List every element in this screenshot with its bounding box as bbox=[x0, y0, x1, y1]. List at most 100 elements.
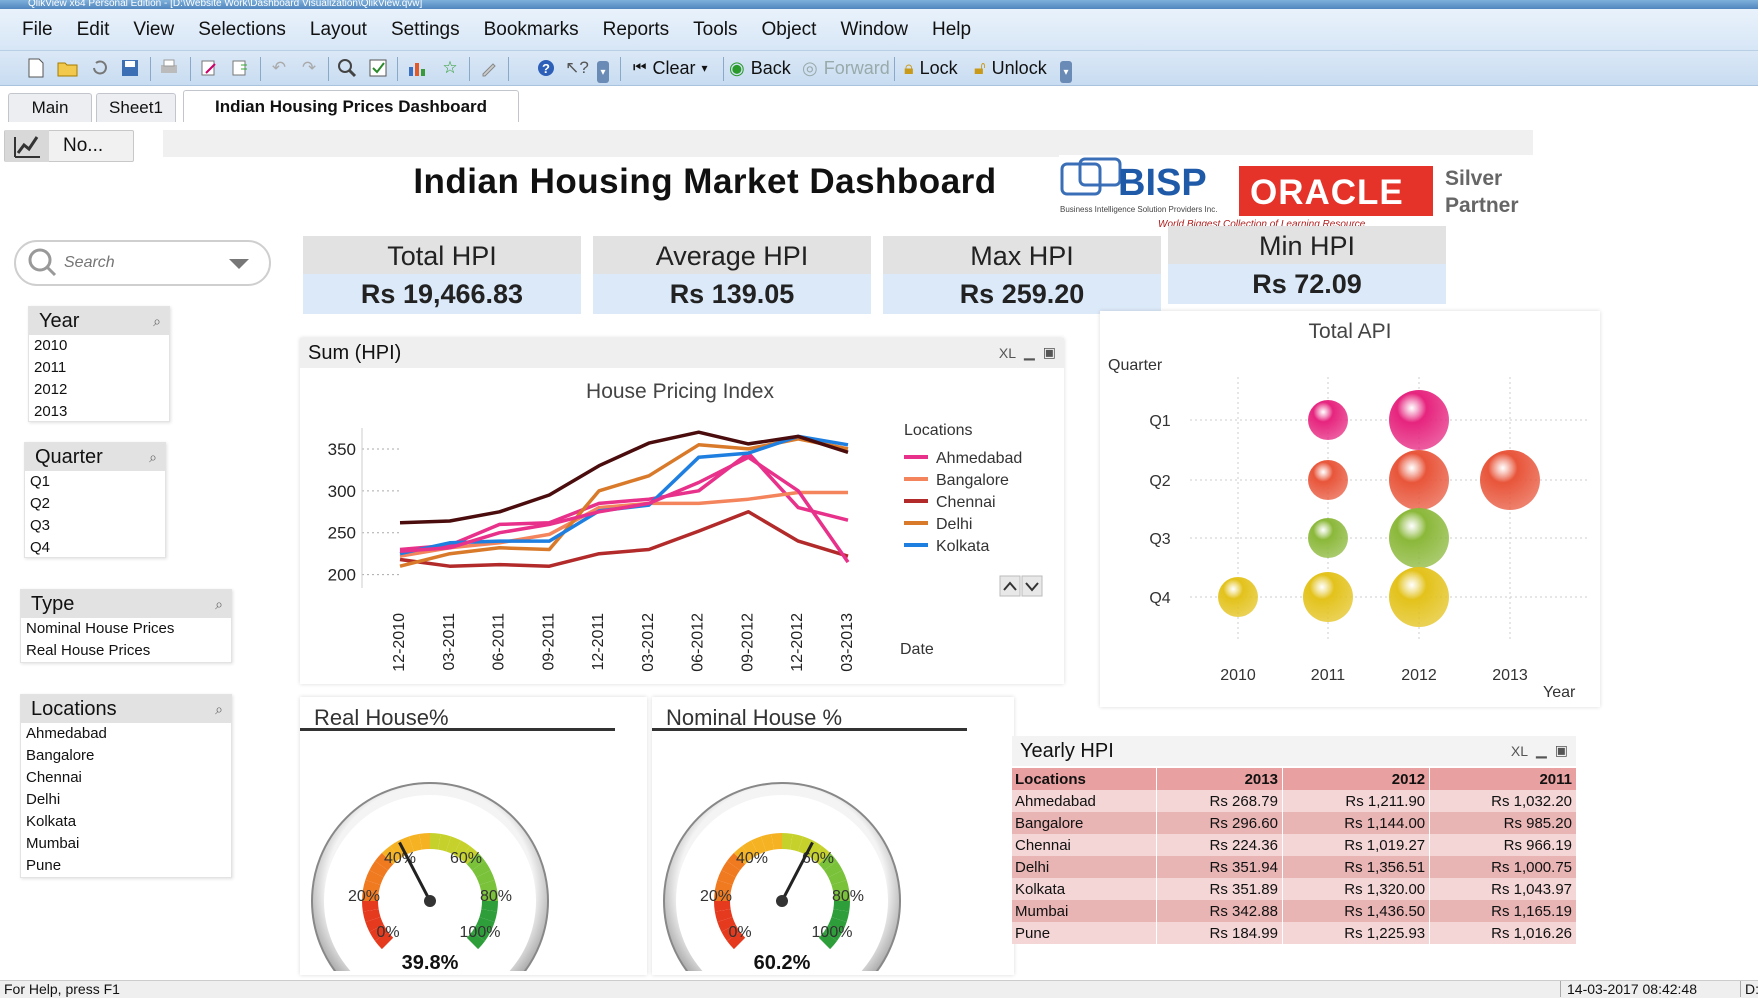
table-cell-value[interactable]: Rs 268.79 bbox=[1156, 790, 1283, 812]
find-icon[interactable] bbox=[335, 57, 359, 79]
unlock-button[interactable]: 🔓︎ Unlock bbox=[974, 55, 1047, 81]
table-cell-location[interactable]: Ahmedabad bbox=[1012, 790, 1158, 812]
table-cell-value[interactable]: Rs 342.88 bbox=[1156, 900, 1283, 922]
table-cell-value[interactable]: Rs 184.99 bbox=[1156, 922, 1283, 944]
back-button[interactable]: ◉ Back bbox=[729, 55, 791, 81]
table-row[interactable]: Mumbai Rs 342.88 Rs 1,436.50 Rs 1,165.19 bbox=[1012, 900, 1576, 922]
table-cell-location[interactable]: Delhi bbox=[1012, 856, 1158, 878]
menu-file[interactable]: File bbox=[10, 19, 65, 41]
column-header-2013[interactable]: 2013 bbox=[1156, 768, 1283, 790]
reload-data-icon[interactable] bbox=[228, 57, 252, 79]
table-cell-value[interactable]: Rs 1,225.93 bbox=[1282, 922, 1431, 944]
export-xl-icon[interactable]: XL bbox=[1511, 743, 1528, 759]
list-item[interactable]: Real House Prices bbox=[21, 640, 231, 662]
search-icon[interactable]: ⌕ bbox=[215, 596, 223, 613]
list-item[interactable]: 2013 bbox=[29, 401, 169, 423]
list-item[interactable]: 2012 bbox=[29, 379, 169, 401]
chevron-down-icon[interactable] bbox=[227, 257, 251, 273]
maximize-icon[interactable]: ▣ bbox=[1555, 742, 1568, 759]
column-header-2012[interactable]: 2012 bbox=[1282, 768, 1431, 790]
menu-window[interactable]: Window bbox=[828, 19, 920, 41]
search-icon[interactable]: ⌕ bbox=[149, 449, 157, 466]
table-cell-value[interactable]: Rs 1,043.97 bbox=[1430, 878, 1576, 900]
table-row[interactable]: Pune Rs 184.99 Rs 1,225.93 Rs 1,016.26 bbox=[1012, 922, 1576, 944]
table-row[interactable]: Ahmedabad Rs 268.79 Rs 1,211.90 Rs 1,032.20 bbox=[1012, 790, 1576, 812]
table-cell-value[interactable]: Rs 966.19 bbox=[1430, 834, 1576, 856]
bookmark-star-icon[interactable]: ☆ bbox=[438, 57, 462, 79]
menu-layout[interactable]: Layout bbox=[298, 19, 379, 41]
table-cell-value[interactable]: Rs 224.36 bbox=[1156, 834, 1283, 856]
tab-main[interactable]: Main bbox=[8, 93, 92, 122]
table-cell-location[interactable]: Mumbai bbox=[1012, 900, 1158, 922]
help-icon[interactable]: ? bbox=[534, 57, 558, 79]
list-item[interactable]: Q4 bbox=[25, 537, 165, 559]
table-cell-value[interactable]: Rs 1,320.00 bbox=[1282, 878, 1431, 900]
edit-icon[interactable] bbox=[477, 57, 501, 79]
table-cell-value[interactable]: Rs 1,211.90 bbox=[1282, 790, 1431, 812]
table-cell-value[interactable]: Rs 1,000.75 bbox=[1430, 856, 1576, 878]
open-folder-icon[interactable] bbox=[56, 57, 80, 79]
table-cell-value[interactable]: Rs 1,032.20 bbox=[1430, 790, 1576, 812]
menu-tools[interactable]: Tools bbox=[681, 19, 749, 41]
list-item[interactable]: Chennai bbox=[21, 767, 231, 789]
menu-selections[interactable]: Selections bbox=[186, 19, 298, 41]
export-xl-icon[interactable]: XL bbox=[999, 345, 1016, 361]
table-row[interactable]: Kolkata Rs 351.89 Rs 1,320.00 Rs 1,043.97 bbox=[1012, 878, 1576, 900]
print-icon[interactable] bbox=[157, 57, 181, 79]
list-item[interactable]: Mumbai bbox=[21, 833, 231, 855]
list-item[interactable]: Kolkata bbox=[21, 811, 231, 833]
list-item[interactable]: Ahmedabad bbox=[21, 723, 231, 745]
lock-button[interactable]: 🔒︎ Lock bbox=[904, 55, 958, 81]
menu-help[interactable]: Help bbox=[920, 19, 983, 41]
tab-sheet1[interactable]: Sheet1 bbox=[96, 93, 176, 122]
new-chart-icon[interactable] bbox=[405, 57, 429, 79]
list-item[interactable]: Q1 bbox=[25, 471, 165, 493]
search-icon[interactable]: ⌕ bbox=[153, 313, 161, 330]
menu-object[interactable]: Object bbox=[750, 19, 829, 41]
table-cell-location[interactable]: Pune bbox=[1012, 922, 1158, 944]
table-row[interactable]: Delhi Rs 351.94 Rs 1,356.51 Rs 1,000.75 bbox=[1012, 856, 1576, 878]
table-cell-value[interactable]: Rs 351.89 bbox=[1156, 878, 1283, 900]
table-cell-value[interactable]: Rs 296.60 bbox=[1156, 812, 1283, 834]
list-item[interactable]: Pune bbox=[21, 855, 231, 877]
menu-view[interactable]: View bbox=[121, 19, 186, 41]
redo-icon[interactable]: ↷ bbox=[297, 57, 321, 79]
undo-icon[interactable]: ↶ bbox=[267, 57, 291, 79]
table-cell-value[interactable]: Rs 351.94 bbox=[1156, 856, 1283, 878]
new-document-icon[interactable] bbox=[24, 57, 48, 79]
search-box[interactable] bbox=[14, 240, 271, 286]
column-header-2011[interactable]: 2011 bbox=[1430, 768, 1576, 790]
table-cell-value[interactable]: Rs 1,016.26 bbox=[1430, 922, 1576, 944]
clear-button[interactable]: ⏮ Clear ▾ bbox=[633, 55, 708, 81]
tab-indian-housing-prices-dashboard[interactable]: Indian Housing Prices Dashboard bbox=[183, 90, 519, 122]
list-item[interactable]: 2011 bbox=[29, 357, 169, 379]
list-item[interactable]: Q3 bbox=[25, 515, 165, 537]
table-row[interactable]: Bangalore Rs 296.60 Rs 1,144.00 Rs 985.20 bbox=[1012, 812, 1576, 834]
maximize-icon[interactable]: ▣ bbox=[1043, 344, 1056, 361]
menu-settings[interactable]: Settings bbox=[379, 19, 472, 41]
scroll-down-icon[interactable] bbox=[1021, 575, 1043, 597]
table-cell-location[interactable]: Chennai bbox=[1012, 834, 1158, 856]
column-header-locations[interactable]: Locations bbox=[1012, 768, 1158, 790]
list-item[interactable]: Q2 bbox=[25, 493, 165, 515]
toolbar-overflow-icon[interactable]: ▾ bbox=[597, 61, 609, 83]
no-button[interactable]: No... bbox=[4, 130, 134, 162]
table-cell-value[interactable]: Rs 1,144.00 bbox=[1282, 812, 1431, 834]
table-cell-value[interactable]: Rs 1,356.51 bbox=[1282, 856, 1431, 878]
minimize-icon[interactable]: ▁ bbox=[1024, 344, 1035, 361]
table-cell-value[interactable]: Rs 1,019.27 bbox=[1282, 834, 1431, 856]
scroll-up-icon[interactable] bbox=[999, 575, 1021, 597]
list-item[interactable]: Bangalore bbox=[21, 745, 231, 767]
forward-button[interactable]: ◎ Forward bbox=[802, 55, 890, 81]
edit-script-icon[interactable] bbox=[197, 57, 221, 79]
list-item[interactable]: Nominal House Prices bbox=[21, 618, 231, 640]
minimize-icon[interactable]: ▁ bbox=[1536, 742, 1547, 759]
table-cell-value[interactable]: Rs 985.20 bbox=[1430, 812, 1576, 834]
menu-edit[interactable]: Edit bbox=[65, 19, 122, 41]
toolbar-overflow-icon[interactable]: ▾ bbox=[1060, 61, 1072, 83]
search-input[interactable] bbox=[64, 252, 214, 274]
menu-reports[interactable]: Reports bbox=[591, 19, 682, 41]
table-row[interactable]: Chennai Rs 224.36 Rs 1,019.27 Rs 966.19 bbox=[1012, 834, 1576, 856]
checkbox-icon[interactable] bbox=[366, 57, 390, 79]
table-cell-location[interactable]: Kolkata bbox=[1012, 878, 1158, 900]
